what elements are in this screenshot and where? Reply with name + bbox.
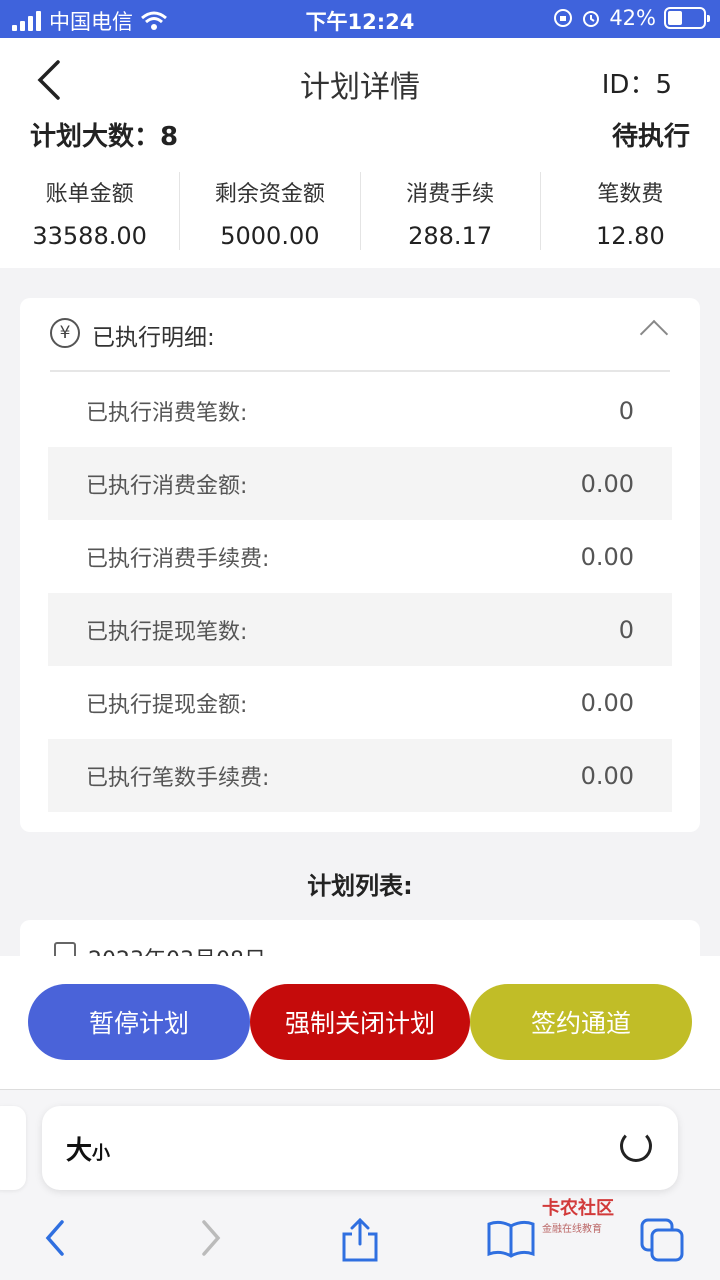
forward-icon[interactable] <box>196 1218 226 1258</box>
yen-icon: ¥ <box>50 318 80 348</box>
detail-row: 已执行消费金额: 0.00 <box>48 447 672 520</box>
sign-channel-button[interactable]: 签约通道 <box>470 984 692 1060</box>
detail-row: 已执行笔数手续费: 0.00 <box>48 739 672 812</box>
detail-row: 已执行消费手续费: 0.00 <box>86 542 634 572</box>
plan-list-title: 计划列表: <box>307 872 413 900</box>
action-bar: 暂停计划 强制关闭计划 签约通道 <box>0 956 720 1090</box>
metric-remaining-funds: 剩余资金额 5000.00 <box>180 172 361 250</box>
metric-consumption-fee: 消费手续 288.17 <box>361 172 541 250</box>
executed-details-header[interactable]: ¥ 已执行明细: <box>50 316 670 372</box>
force-close-plan-button[interactable]: 强制关闭计划 <box>250 984 470 1060</box>
pause-plan-button[interactable]: 暂停计划 <box>28 984 250 1060</box>
status-bar: 中国电信 下午12:24 42% <box>0 0 720 38</box>
detail-row: 已执行提现笔数: 0 <box>48 593 672 666</box>
status-badge: 待执行 <box>611 122 690 150</box>
alarm-icon <box>583 11 600 27</box>
executed-details-title: 已执行明细: <box>92 325 215 351</box>
text-size-button[interactable]: 大小 <box>66 1130 110 1167</box>
rotation-lock-icon <box>554 9 573 27</box>
chevron-up-icon[interactable] <box>639 319 669 349</box>
reload-icon[interactable] <box>620 1130 652 1162</box>
plan-id: ID：5 <box>601 70 672 100</box>
battery-percent: 42% <box>609 6 656 30</box>
tabs-icon[interactable] <box>640 1218 686 1262</box>
detail-row: 已执行提现金额: 0.00 <box>86 688 634 718</box>
watermark-logo: 卡农社区 金融在线教育 <box>542 1198 614 1235</box>
battery-icon <box>664 7 710 29</box>
address-bar[interactable]: 大小 <box>42 1106 678 1190</box>
bookmarks-icon[interactable] <box>486 1218 536 1258</box>
metric-bill-amount: 账单金额 33588.00 <box>0 172 181 250</box>
browser-chrome: 大小 卡农社区 金融在线教育 <box>0 1090 720 1280</box>
metric-per-transaction-fee: 笔数费 12.80 <box>596 182 665 250</box>
previous-tab[interactable] <box>0 1106 26 1190</box>
share-icon[interactable] <box>340 1218 380 1262</box>
back-icon[interactable] <box>40 1218 70 1258</box>
nav-header: 计划详情 ID：5 <box>0 38 720 122</box>
detail-row: 已执行消费笔数: 0 <box>86 396 634 426</box>
plan-count: 计划大数：8 <box>30 122 179 150</box>
executed-details-card: ¥ 已执行明细: 已执行消费笔数: 0 已执行消费金额: 0.00 已执行消费手… <box>20 298 700 832</box>
plan-summary: 计划大数：8 待执行 账单金额 33588.00 剩余资金额 5000.00 消… <box>0 122 720 268</box>
